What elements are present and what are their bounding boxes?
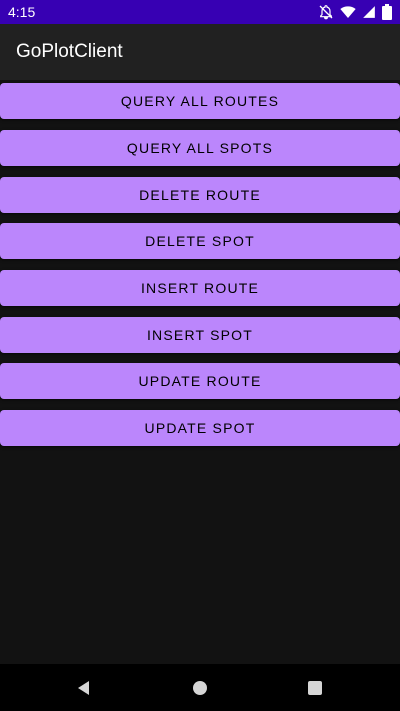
- query-all-spots-button[interactable]: QUERY ALL SPOTS: [0, 130, 400, 166]
- recents-icon[interactable]: [303, 676, 327, 700]
- delete-spot-button[interactable]: DELETE SPOT: [0, 223, 400, 259]
- cellular-signal-icon: [362, 5, 376, 19]
- status-icons: [318, 4, 392, 20]
- navigation-bar: [0, 664, 400, 711]
- status-bar: 4:15: [0, 0, 400, 24]
- battery-icon: [382, 4, 392, 20]
- query-all-routes-button[interactable]: QUERY ALL ROUTES: [0, 83, 400, 119]
- app-bar: GoPlotClient: [0, 24, 400, 80]
- wifi-icon: [340, 4, 356, 20]
- app-title: GoPlotClient: [16, 41, 123, 62]
- notifications-off-icon: [318, 4, 334, 20]
- insert-route-button[interactable]: INSERT ROUTE: [0, 270, 400, 306]
- update-spot-button[interactable]: UPDATE SPOT: [0, 410, 400, 446]
- update-route-button[interactable]: UPDATE ROUTE: [0, 363, 400, 399]
- insert-spot-button[interactable]: INSERT SPOT: [0, 317, 400, 353]
- home-icon[interactable]: [188, 676, 212, 700]
- back-icon[interactable]: [72, 676, 96, 700]
- status-time: 4:15: [8, 4, 36, 20]
- delete-route-button[interactable]: DELETE ROUTE: [0, 177, 400, 213]
